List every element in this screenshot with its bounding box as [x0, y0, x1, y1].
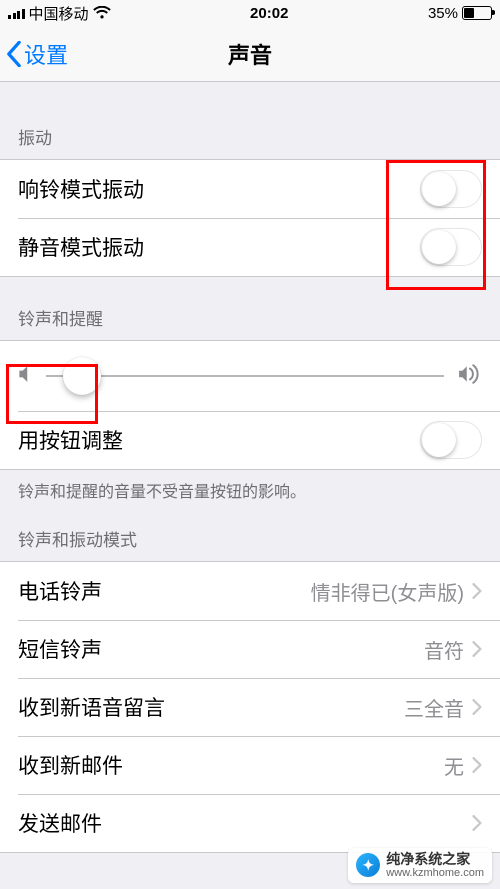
wifi-icon [93, 6, 111, 20]
cell-label: 电话铃声 [18, 576, 102, 606]
cell-value: 音符 [424, 635, 464, 664]
cell-ringtone[interactable]: 电话铃声 情非得已(女声版) [0, 562, 500, 620]
section-header-ringer: 铃声和提醒 [0, 277, 500, 340]
cell-voicemail[interactable]: 收到新语音留言 三全音 [0, 678, 500, 736]
group-patterns: 电话铃声 情非得已(女声版) 短信铃声 音符 收到新语音留言 三全音 收到新邮件… [0, 561, 500, 853]
back-button[interactable]: 设置 [6, 26, 68, 81]
battery-icon [462, 6, 492, 20]
cell-newmail[interactable]: 收到新邮件 无 [0, 736, 500, 794]
cell-texttone[interactable]: 短信铃声 音符 [0, 620, 500, 678]
slider-thumb[interactable] [63, 357, 101, 395]
chevron-right-icon [472, 641, 482, 657]
cell-label: 发送邮件 [18, 808, 102, 838]
section-header-patterns: 铃声和振动模式 [0, 508, 500, 561]
cell-label: 响铃模式振动 [18, 174, 144, 204]
cell-volume-slider [0, 341, 500, 411]
cell-label: 短信铃声 [18, 634, 102, 664]
nav-bar: 设置 声音 [0, 26, 500, 82]
section-footer-ringer: 铃声和提醒的音量不受音量按钮的影响。 [0, 470, 500, 508]
cell-label: 收到新邮件 [18, 750, 123, 780]
cell-change-with-buttons[interactable]: 用按钮调整 [0, 411, 500, 469]
cell-ring-vibrate[interactable]: 响铃模式振动 [0, 160, 500, 218]
cell-value: 三全音 [404, 693, 464, 722]
toggle-change-with-buttons[interactable] [420, 421, 482, 459]
signal-bars-icon [8, 7, 25, 19]
battery-percent: 35% [428, 5, 458, 22]
section-header-vibration: 振动 [0, 96, 500, 159]
chevron-right-icon [472, 815, 482, 831]
toggle-silent-vibrate[interactable] [420, 228, 482, 266]
status-right: 35% [428, 5, 492, 22]
chevron-right-icon [472, 757, 482, 773]
chevron-right-icon [472, 583, 482, 599]
cell-label: 收到新语音留言 [18, 692, 165, 722]
group-ringer: 用按钮调整 [0, 340, 500, 470]
status-bar: 中国移动 20:02 35% [0, 0, 500, 26]
cell-label: 用按钮调整 [18, 425, 123, 455]
watermark: ✦ 纯净系统之家 www.kzmhome.com [348, 848, 492, 883]
watermark-logo-icon: ✦ [356, 853, 380, 877]
chevron-right-icon [472, 699, 482, 715]
cell-value: 情非得已(女声版) [311, 577, 464, 606]
cell-silent-vibrate[interactable]: 静音模式振动 [0, 218, 500, 276]
toggle-ring-vibrate[interactable] [420, 170, 482, 208]
group-vibration: 响铃模式振动 静音模式振动 [0, 159, 500, 277]
cell-sentmail[interactable]: 发送邮件 [0, 794, 500, 852]
watermark-url: www.kzmhome.com [386, 867, 484, 879]
chevron-left-icon [6, 41, 22, 67]
volume-high-icon [458, 364, 482, 389]
volume-slider[interactable] [46, 375, 444, 377]
cell-value: 无 [444, 751, 464, 780]
back-label: 设置 [24, 38, 68, 70]
volume-low-icon [18, 365, 32, 388]
status-left: 中国移动 [8, 3, 111, 24]
status-time: 20:02 [250, 5, 288, 22]
page-title: 声音 [228, 38, 272, 70]
carrier-label: 中国移动 [29, 3, 89, 24]
cell-label: 静音模式振动 [18, 232, 144, 262]
watermark-title: 纯净系统之家 [386, 852, 484, 867]
